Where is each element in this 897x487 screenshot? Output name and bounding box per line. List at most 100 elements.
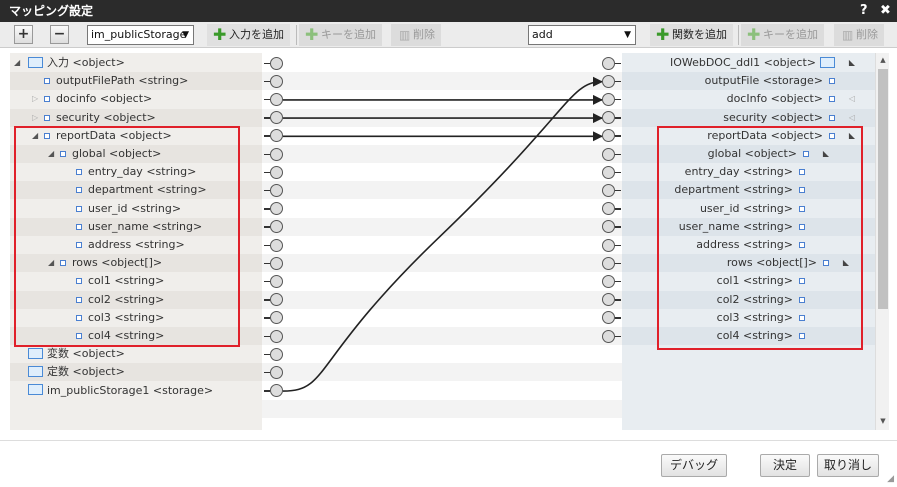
collapse-all-button[interactable]: −: [50, 25, 69, 44]
scroll-down-icon[interactable]: ▼: [876, 417, 890, 425]
input-connector-stub: [264, 244, 270, 246]
trash-icon: ▥: [399, 28, 411, 42]
cancel-button[interactable]: 取り消し: [817, 454, 879, 477]
function-select-value: add: [532, 28, 553, 41]
add-input-button[interactable]: ✚ 入力を追加: [207, 24, 290, 46]
dialog-footer: デバッグ 決定 取り消し ◢: [0, 440, 897, 487]
input-connector-icon[interactable]: [270, 92, 283, 106]
output-connector-stub: [615, 244, 621, 246]
input-connector-icon[interactable]: [270, 293, 283, 307]
toolbar-divider: [738, 25, 739, 45]
output-connector-stub: [615, 117, 621, 119]
output-connector-stub: [615, 208, 621, 210]
input-connector-stub: [264, 135, 270, 137]
output-connector-icon[interactable]: [602, 147, 615, 161]
input-connector-icon[interactable]: [270, 274, 283, 288]
output-connector-icon[interactable]: [602, 274, 615, 288]
mapping-line[interactable]: [282, 76, 603, 392]
input-connector-stub: [264, 117, 270, 119]
output-connector-stub: [615, 62, 621, 64]
add-function-label: 関数を追加: [672, 28, 727, 41]
trash-icon: ▥: [842, 28, 854, 42]
output-connector-stub: [615, 280, 621, 283]
output-connector-stub: [615, 299, 621, 301]
delete-button[interactable]: ▥ 削除: [391, 24, 441, 46]
input-connector-stub: [264, 153, 270, 155]
input-connector-stub: [264, 208, 270, 210]
output-connector-stub: [615, 80, 621, 83]
vertical-scrollbar[interactable]: ▲ ▼: [875, 53, 889, 430]
input-connector-icon[interactable]: [270, 365, 283, 379]
output-connector-stub: [615, 226, 621, 228]
input-connector-stub: [264, 390, 270, 392]
chevron-down-icon: ▼: [182, 30, 189, 40]
debug-button[interactable]: デバッグ: [661, 454, 727, 477]
scroll-up-icon[interactable]: ▲: [876, 56, 890, 64]
output-connector-icon[interactable]: [602, 293, 615, 307]
delete-right-label: 削除: [856, 28, 878, 41]
output-connector-icon[interactable]: [602, 56, 615, 70]
input-connector-icon[interactable]: [270, 202, 283, 216]
input-connector-icon[interactable]: [270, 256, 283, 270]
plus-icon: ✚: [656, 25, 670, 44]
input-connector-icon[interactable]: [270, 74, 283, 88]
output-connector-icon[interactable]: [602, 74, 615, 88]
input-connector-icon[interactable]: [270, 347, 283, 361]
output-connector-icon[interactable]: [602, 92, 615, 106]
input-connector-stub: [264, 299, 270, 301]
output-connector-stub: [615, 335, 621, 337]
output-connector-stub: [615, 153, 621, 155]
plus-icon: ✚: [305, 25, 319, 44]
input-source-select-value: im_publicStorage: [91, 28, 187, 41]
function-select[interactable]: add ▼: [528, 25, 636, 45]
toolbar-divider: [296, 25, 297, 45]
input-connector-stub: [264, 189, 270, 192]
input-connector-icon[interactable]: [270, 183, 283, 197]
mapping-canvas: ◢ 入力 <object> outputFilePath <string> ▷ doci…: [10, 53, 875, 430]
input-connector-icon[interactable]: [270, 147, 283, 161]
output-connector-icon[interactable]: [602, 238, 615, 252]
add-key-label: キーを追加: [321, 28, 376, 41]
input-connector-stub: [264, 317, 270, 319]
plus-icon: ✚: [747, 25, 761, 44]
highlight-box-input: [14, 126, 240, 347]
input-connector-icon[interactable]: [270, 111, 283, 125]
plus-icon: ✚: [213, 25, 227, 44]
add-key-right-button[interactable]: ✚ キーを追加: [741, 24, 824, 46]
help-icon[interactable]: ?: [860, 0, 868, 22]
close-icon[interactable]: ✖: [880, 0, 891, 22]
delete-right-button[interactable]: ▥ 削除: [834, 24, 884, 46]
input-connector-stub: [264, 353, 270, 356]
output-connector-stub: [615, 189, 621, 192]
output-connector-stub: [615, 135, 621, 137]
chevron-down-icon: ▼: [624, 30, 631, 40]
input-connector-stub: [264, 262, 270, 265]
input-connector-stub: [264, 98, 270, 101]
dialog-title: マッピング設定: [9, 4, 94, 18]
dialog-title-bar: マッピング設定 ? ✖: [0, 0, 897, 22]
expand-all-button[interactable]: +: [14, 25, 33, 44]
add-key-right-label: キーを追加: [763, 28, 818, 41]
ok-button[interactable]: 決定: [760, 454, 810, 477]
output-connector-icon[interactable]: [602, 183, 615, 197]
input-connector-icon[interactable]: [270, 384, 283, 398]
toolbar: + − im_publicStorage ▼ ✚ 入力を追加 ✚ キーを追加 ▥…: [0, 22, 897, 48]
input-source-select[interactable]: im_publicStorage ▼: [87, 25, 194, 45]
output-connector-icon[interactable]: [602, 111, 615, 125]
input-connector-stub: [264, 280, 270, 283]
output-connector-stub: [615, 98, 621, 101]
input-connector-icon[interactable]: [270, 329, 283, 343]
delete-label: 削除: [413, 28, 435, 41]
input-connector-icon[interactable]: [270, 56, 283, 70]
add-key-button[interactable]: ✚ キーを追加: [299, 24, 382, 46]
input-connector-icon[interactable]: [270, 165, 283, 179]
output-connector-icon[interactable]: [602, 202, 615, 216]
output-connector-icon[interactable]: [602, 256, 615, 270]
resize-grip-icon[interactable]: ◢: [887, 474, 894, 484]
output-connector-icon[interactable]: [602, 165, 615, 179]
input-connector-stub: [264, 80, 270, 83]
scrollbar-thumb[interactable]: [878, 69, 888, 309]
input-connector-icon[interactable]: [270, 238, 283, 252]
add-function-button[interactable]: ✚ 関数を追加: [650, 24, 733, 46]
output-connector-icon[interactable]: [602, 329, 615, 343]
